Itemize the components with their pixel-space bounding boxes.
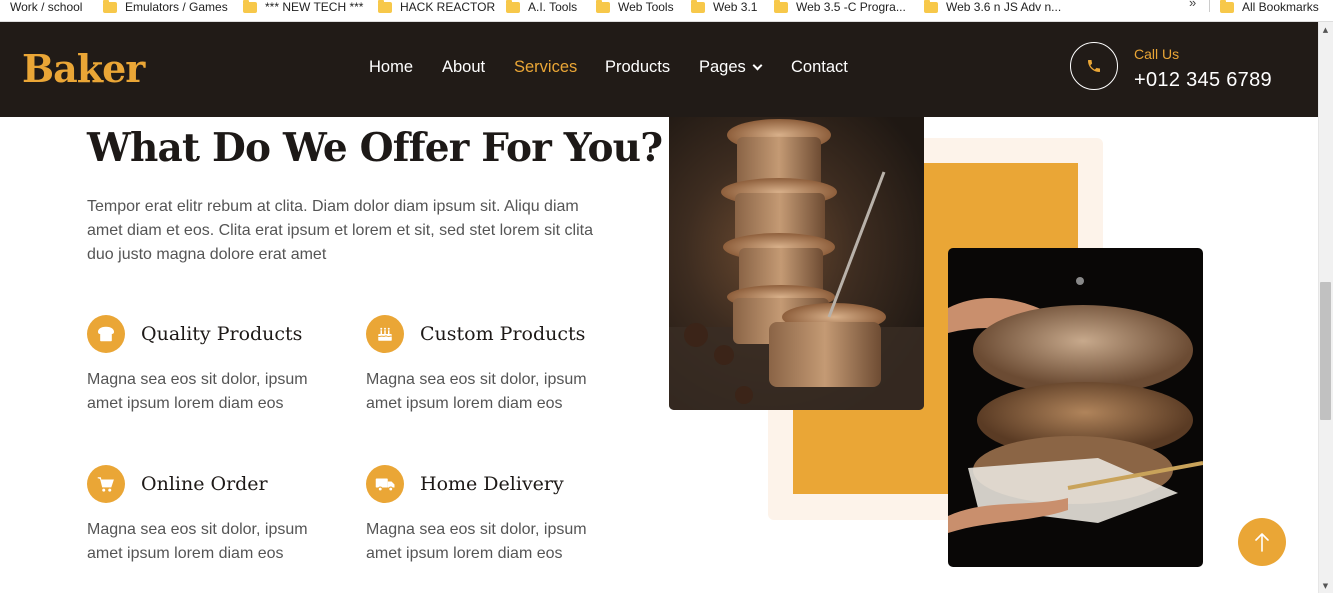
phone-icon-circle [1070,42,1118,90]
feature-title: Online Order [141,473,268,495]
nav-link-services[interactable]: Services [514,58,577,77]
folder-icon [378,0,392,13]
muffins-illustration [669,119,924,410]
bookmark-folder[interactable]: Work / school [0,0,82,18]
scrollbar-thumb[interactable] [1320,282,1331,420]
phone-number[interactable]: +012 345 6789 [1134,69,1272,92]
folder-icon [691,0,705,13]
folder-icon [103,0,117,13]
nav-link-products[interactable]: Products [605,58,670,77]
call-us-label: Call Us [1134,46,1180,62]
nav-dropdown-pages[interactable]: Pages [699,58,763,77]
birthday-cake-icon [366,315,404,353]
feature-title: Quality Products [141,323,303,345]
bookmarks-bar: Work / school Emulators / Games *** NEW … [0,0,1333,22]
folder-icon [243,0,257,13]
feature-title: Home Delivery [420,473,564,495]
truck-icon [366,465,404,503]
phone-icon [1088,60,1100,72]
nav-link-contact[interactable]: Contact [791,58,848,77]
bookmark-folder[interactable]: Web Tools [596,0,674,18]
bookmark-folder[interactable]: Emulators / Games [103,0,228,18]
cart-icon [87,465,125,503]
brand-logo[interactable]: Baker [22,46,145,91]
arrow-up-icon [1255,533,1269,552]
nav-link-home[interactable]: Home [369,58,413,77]
feature-text: Magna sea eos sit dolor, ipsum amet ipsu… [366,371,587,412]
scroll-down-arrow-icon[interactable]: ▼ [1318,578,1333,593]
bookmark-folder[interactable]: Web 3.1 [691,0,757,18]
bread-illustration [948,277,1203,533]
bread-photo [948,248,1203,567]
bookmark-folder[interactable]: Web 3.6 n JS Adv n... [924,0,1061,18]
bread-icon [87,315,125,353]
back-to-top-button[interactable] [1238,518,1286,566]
bookmark-folder[interactable]: Web 3.5 -C Progra... [774,0,906,18]
chevron-down-icon [752,60,763,71]
site-navbar: Baker Home About Services Products Pages… [0,22,1318,117]
nav-dropdown-label: Pages [699,58,746,76]
folder-icon [924,0,938,13]
folder-icon [1220,0,1234,13]
bookmark-folder[interactable]: *** NEW TECH *** [243,0,363,18]
muffins-photo [669,117,924,410]
nav-link-about[interactable]: About [442,58,485,77]
folder-icon [774,0,788,13]
bookmarks-overflow-chevron-icon[interactable]: » [1189,0,1196,10]
folder-icon [506,0,520,13]
section-title: What Do We Offer For You? [87,125,663,171]
feature-title: Custom Products [420,323,586,345]
section-intro: Tempor erat elitr rebum at clita. Diam d… [87,198,593,263]
feature-text: Magna sea eos sit dolor, ipsum amet ipsu… [366,521,587,562]
scroll-up-arrow-icon[interactable]: ▲ [1318,22,1333,37]
bookmark-folder[interactable]: HACK REACTOR [378,0,495,18]
all-bookmarks-button[interactable]: All Bookmarks [1220,0,1319,18]
feature-text: Magna sea eos sit dolor, ipsum amet ipsu… [87,521,308,562]
feature-text: Magna sea eos sit dolor, ipsum amet ipsu… [87,371,308,412]
bookmarks-divider [1209,0,1210,12]
bookmark-folder[interactable]: A.I. Tools [506,0,577,18]
folder-icon [596,0,610,13]
